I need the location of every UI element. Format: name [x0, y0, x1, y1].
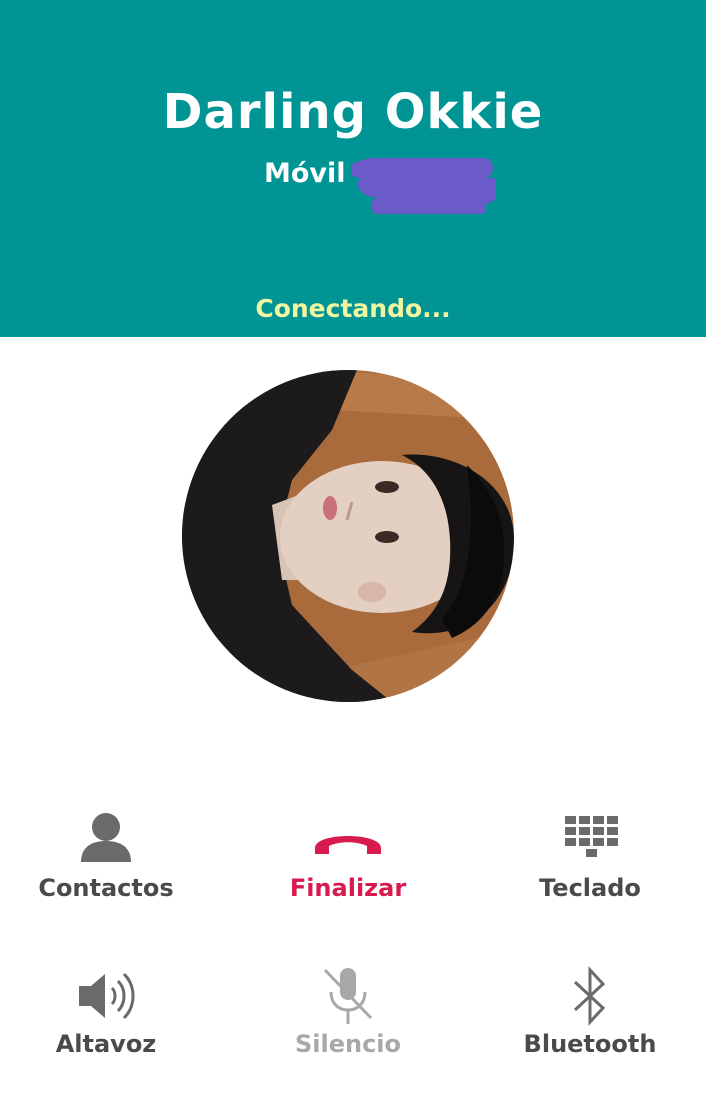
contacts-button[interactable]: Contactos	[6, 810, 206, 920]
call-header: Darling Okkie Móvil Conectando...	[0, 0, 706, 337]
mute-button[interactable]: Silencio	[248, 966, 448, 1076]
dialpad-icon	[565, 816, 618, 857]
avatar-photo	[182, 370, 514, 702]
bluetooth-button[interactable]: Bluetooth	[490, 966, 690, 1076]
speaker-button[interactable]: Altavoz	[6, 966, 206, 1076]
contact-avatar	[182, 370, 514, 702]
phone-hangup-icon	[315, 836, 381, 854]
end-call-label: Finalizar	[289, 874, 407, 902]
call-status: Conectando...	[255, 294, 451, 323]
bluetooth-icon	[573, 966, 606, 1026]
speaker-label: Altavoz	[55, 1030, 157, 1058]
keypad-button[interactable]: Teclado	[490, 810, 690, 920]
contacts-label: Contactos	[38, 874, 174, 902]
end-call-button[interactable]: Finalizar	[248, 810, 448, 920]
person-icon	[81, 813, 131, 862]
contact-name: Darling Okkie	[162, 84, 544, 140]
phone-type-label: Móvil	[264, 158, 346, 189]
mute-label: Silencio	[294, 1030, 402, 1058]
phone-number-row: Móvil	[0, 158, 706, 214]
redaction-scribble	[352, 158, 496, 214]
bluetooth-label: Bluetooth	[523, 1030, 657, 1058]
mic-off-icon	[323, 968, 373, 1024]
speaker-icon	[79, 972, 135, 1020]
keypad-label: Teclado	[539, 874, 641, 902]
call-screen: Darling Okkie Móvil Conectando... Contac…	[0, 0, 706, 1097]
